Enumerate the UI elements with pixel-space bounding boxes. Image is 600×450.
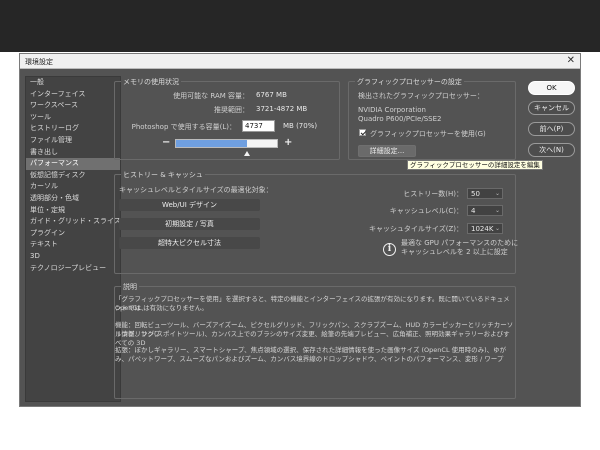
cache-tile-value: 1024K (471, 225, 494, 233)
photoshop-ram-input[interactable] (242, 120, 275, 132)
sidebar-item[interactable]: ツール (26, 112, 120, 124)
history-states-label: ヒストリー数(H)： (403, 190, 463, 198)
info-icon: i (383, 243, 396, 256)
sidebar-item[interactable]: 3D (26, 251, 120, 263)
ram-slider-thumb[interactable] (244, 151, 251, 156)
sidebar-item[interactable]: テクノロジープレビュー (26, 263, 120, 275)
sidebar-item[interactable]: 書き出し (26, 147, 120, 159)
gpu-settings-group: グラフィックプロセッサーの設定 検出されたグラフィックプロセッサー： NVIDI… (348, 77, 516, 160)
description-p3-line2: み、パペットワープ、スムーズなパンおよびズーム、カンバス境界線のドロップシャドウ… (115, 355, 504, 363)
history-cache-title: ヒストリー & キャッシュ (121, 170, 205, 180)
sidebar-item[interactable]: カーソル (26, 181, 120, 193)
preset-photo-button[interactable]: 初期設定 / 写真 (119, 218, 260, 230)
gpu-settings-title: グラフィックプロセッサーの設定 (355, 77, 464, 87)
sidebar-item[interactable]: ガイド・グリッド・スライス (26, 216, 121, 228)
cache-levels-label: キャッシュレベル(C)： (389, 207, 463, 215)
available-ram-label: 使用可能な RAM 容量： (173, 92, 249, 100)
cancel-button[interactable]: キャンセル (528, 101, 575, 115)
sidebar-item[interactable]: 一般 (26, 77, 120, 89)
ram-slider[interactable] (175, 139, 278, 148)
cache-levels-select[interactable]: 4 ⌄ (467, 205, 503, 216)
gpu-model: Quadro P600/PCIe/SSE2 (358, 115, 442, 123)
history-cache-group: ヒストリー & キャッシュ キャッシュレベルとタイルサイズの最適化対象： Web… (114, 170, 518, 274)
description-p3-line1: 拡張：ぼかしギャラリー、スマートシャープ、焦点領域の選択、保存された詳細情報を使… (115, 346, 507, 354)
use-gpu-label: グラフィックプロセッサーを使用(G) (370, 130, 486, 138)
cache-levels-value: 4 (471, 207, 476, 215)
chevron-down-icon: ⌄ (494, 225, 500, 232)
sidebar-item[interactable]: ヒストリーログ (26, 123, 120, 135)
description-group: 説明 「グラフィックプロセッサーを使用」を選択すると、特定の機能とインターフェイ… (114, 282, 516, 399)
cache-tile-label: キャッシュタイルサイズ(Z)： (368, 225, 463, 233)
app-top-bar (0, 0, 600, 52)
use-gpu-checkbox[interactable] (359, 129, 366, 136)
sidebar-item[interactable]: インターフェイス (26, 89, 120, 101)
ideal-range-value: 3721-4872 MB (256, 105, 308, 113)
photoshop-ram-label: Photoshop で使用する容量(L)： (131, 123, 236, 131)
sidebar-item[interactable]: パフォーマンス (26, 158, 120, 170)
preset-web-ui-button[interactable]: Web/UI デザイン (119, 199, 260, 211)
description-title: 説明 (121, 282, 139, 292)
history-states-value: 50 (471, 190, 480, 198)
gpu-vendor: NVIDIA Corporation (358, 106, 426, 114)
preset-huge-pixel-button[interactable]: 超特大ピクセル寸法 (119, 237, 260, 249)
sidebar-item[interactable]: 透明部分・色域 (26, 193, 120, 205)
cache-optimize-label: キャッシュレベルとタイルサイズの最適化対象： (119, 186, 273, 194)
sidebar-item[interactable]: 仮想記憶ディスク (26, 170, 120, 182)
dialog-title: 環境設定 (25, 58, 53, 66)
detected-gpu-label: 検出されたグラフィックプロセッサー： (358, 92, 484, 100)
next-button[interactable]: 次へ(N) (528, 143, 575, 157)
advanced-settings-button[interactable]: 詳細設定... (358, 145, 416, 157)
dialog-titlebar: 環境設定 ✕ (20, 54, 580, 69)
prev-button[interactable]: 前へ(P) (528, 122, 575, 136)
description-p1-line2: OpenGL は有効になりません。 (115, 304, 208, 312)
decrease-icon[interactable]: − (162, 138, 170, 148)
history-states-select[interactable]: 50 ⌄ (467, 188, 503, 199)
cache-tile-select[interactable]: 1024K ⌄ (467, 223, 503, 234)
chevron-down-icon: ⌄ (494, 190, 500, 197)
photoshop-ram-unit: MB (70%) (283, 122, 318, 130)
preferences-dialog: 環境設定 ✕ 一般 インターフェイス ワークスペース ツール ヒストリーログ ファイル管理… (19, 53, 581, 407)
ram-slider-fill (176, 140, 247, 147)
preferences-sidebar: 一般 インターフェイス ワークスペース ツール ヒストリーログ ファイル管理 書き出し パフォ… (25, 76, 121, 402)
sidebar-item[interactable]: 単位・定規 (26, 205, 120, 217)
ideal-range-label: 推奨範囲： (214, 106, 249, 114)
chevron-down-icon: ⌄ (494, 207, 500, 214)
increase-icon[interactable]: + (284, 138, 292, 148)
gpu-hint-line2: キャッシュレベルを 2 以上に設定 (401, 248, 508, 256)
memory-usage-group: メモリの使用状況 使用可能な RAM 容量： 6767 MB 推奨範囲： 372… (114, 77, 340, 160)
ok-button[interactable]: OK (528, 81, 575, 95)
sidebar-item[interactable]: テキスト (26, 239, 120, 251)
advanced-settings-tooltip: グラフィックプロセッサーの詳細設定を編集 (407, 160, 543, 170)
sidebar-item[interactable]: ファイル管理 (26, 135, 120, 147)
sidebar-item[interactable]: プラグイン (26, 228, 120, 240)
sidebar-item[interactable]: ワークスペース (26, 100, 120, 112)
close-icon[interactable]: ✕ (567, 55, 575, 67)
memory-usage-title: メモリの使用状況 (121, 77, 181, 87)
available-ram-value: 6767 MB (256, 91, 287, 99)
